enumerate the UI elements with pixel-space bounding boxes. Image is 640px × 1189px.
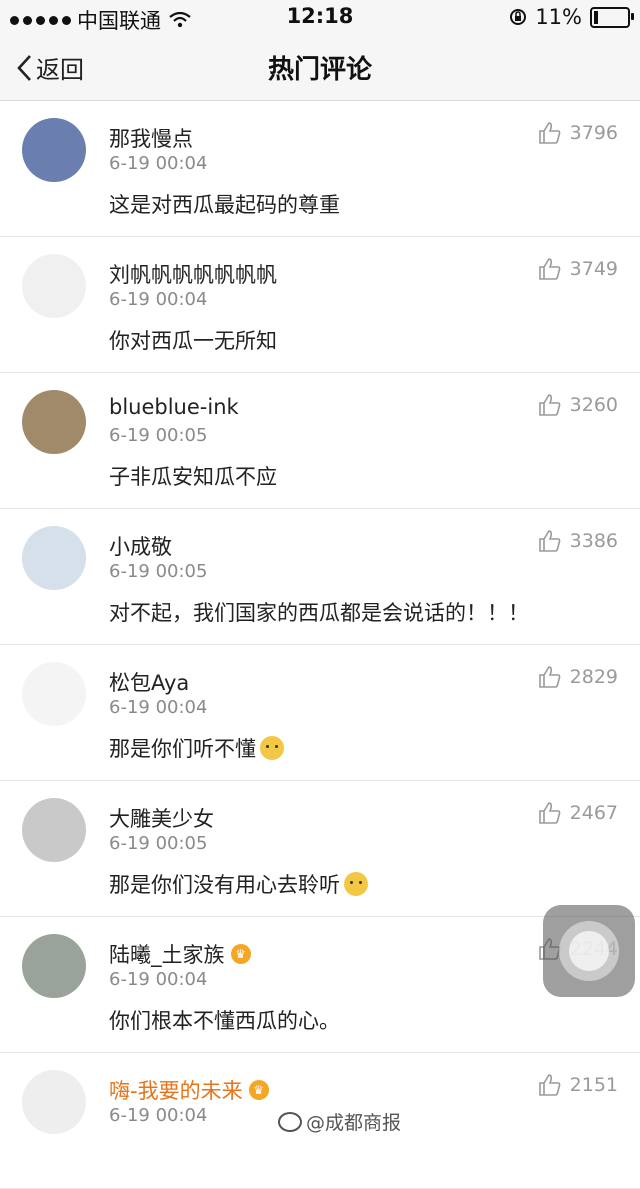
- username-text: 那我慢点: [109, 127, 193, 151]
- thumbs-up-icon: [538, 122, 561, 144]
- comment-time: 6-19 00:04: [109, 153, 208, 174]
- comment-list: 那我慢点 6-19 00:04 3796 这是对西瓜最起码的尊重 刘帆帆帆帆帆帆帆 6-1…: [0, 101, 640, 1189]
- like-button[interactable]: 2467: [538, 801, 618, 825]
- comment-time: 6-19 00:05: [109, 561, 208, 582]
- avatar[interactable]: [22, 934, 86, 998]
- like-count: 2829: [569, 666, 618, 688]
- comment-username[interactable]: 小成敬: [109, 531, 172, 561]
- battery-group: 11%: [509, 5, 634, 29]
- comment-time: 6-19 00:04: [109, 697, 208, 718]
- comment-item[interactable]: 刘帆帆帆帆帆帆帆 6-19 00:04 3749 你对西瓜一无所知: [0, 237, 640, 373]
- comment-text-content: 这是对西瓜最起码的尊重: [109, 193, 340, 217]
- comment-username[interactable]: 大雕美少女: [109, 803, 214, 833]
- watermark-text: @成都商报: [306, 1112, 402, 1134]
- comment-username[interactable]: 陆曦_土家族 ♛: [109, 939, 251, 969]
- comment-text-content: 那是你们听不懂: [109, 737, 256, 761]
- like-button[interactable]: 3260: [538, 393, 618, 417]
- thumbs-up-icon: [538, 666, 561, 688]
- comment-text: 那是你们听不懂: [109, 733, 284, 763]
- avatar[interactable]: [22, 390, 86, 454]
- member-badge-icon: ♛: [248, 1080, 269, 1100]
- like-count: 3796: [569, 122, 618, 144]
- comment-username[interactable]: 嗨-我要的未来 ♛: [109, 1075, 269, 1105]
- like-button[interactable]: 3386: [538, 529, 618, 553]
- comment-text-content: 那是你们没有用心去聆听: [109, 873, 340, 897]
- thumbs-up-icon: [538, 1074, 561, 1096]
- comment-item[interactable]: blueblue-ink 6-19 00:05 3260 子非瓜安知瓜不应: [0, 373, 640, 509]
- page-title: 热门评论: [267, 55, 372, 85]
- avatar[interactable]: [22, 254, 86, 318]
- avatar[interactable]: [22, 1070, 86, 1134]
- username-text: blueblue-ink: [109, 395, 239, 419]
- comment-item[interactable]: 大雕美少女 6-19 00:05 2467 那是你们没有用心去聆听: [0, 781, 640, 917]
- nav-bar: 返回 热门评论: [0, 34, 640, 101]
- like-count: 2151: [569, 1074, 618, 1096]
- doge-emoji-icon: [344, 872, 368, 896]
- comment-text: 这是对西瓜最起码的尊重: [109, 189, 340, 219]
- comment-time: 6-19 00:04: [109, 969, 208, 990]
- thumbs-up-icon: [538, 802, 561, 824]
- like-button[interactable]: 3749: [538, 257, 618, 281]
- username-text: 小成敬: [109, 535, 172, 559]
- comment-item[interactable]: 那我慢点 6-19 00:04 3796 这是对西瓜最起码的尊重: [0, 101, 640, 237]
- username-text: 刘帆帆帆帆帆帆帆: [109, 263, 277, 287]
- comment-text-content: 你对西瓜一无所知: [109, 329, 277, 353]
- comment-time: 6-19 00:05: [109, 425, 208, 446]
- watermark: @成都商报: [278, 1108, 401, 1135]
- comment-item[interactable]: 松包Aya 6-19 00:04 2829 那是你们听不懂: [0, 645, 640, 781]
- comment-text: 你们根本不懂西瓜的心。: [109, 1005, 340, 1035]
- comment-text-content: 子非瓜安知瓜不应: [109, 465, 277, 489]
- comment-time: 6-19 00:05: [109, 833, 208, 854]
- like-count: 3260: [569, 394, 618, 416]
- like-button[interactable]: 3796: [538, 121, 618, 145]
- rotation-lock-icon: [510, 9, 527, 25]
- comment-username[interactable]: blueblue-ink: [109, 395, 239, 419]
- thumbs-up-icon: [538, 258, 561, 280]
- comment-username[interactable]: 那我慢点: [109, 123, 193, 153]
- battery-percent: 11%: [535, 5, 582, 29]
- avatar[interactable]: [22, 662, 86, 726]
- like-button[interactable]: 2151: [538, 1073, 618, 1097]
- username-text: 大雕美少女: [109, 807, 214, 831]
- doge-emoji-icon: [260, 736, 284, 760]
- comment-username[interactable]: 刘帆帆帆帆帆帆帆: [109, 259, 277, 289]
- comment-item[interactable]: 小成敬 6-19 00:05 3386 对不起，我们国家的西瓜都是会说话的！！！: [0, 509, 640, 645]
- weibo-icon: [278, 1111, 302, 1132]
- like-count: 3749: [569, 258, 618, 280]
- comment-text: 你对西瓜一无所知: [109, 325, 277, 355]
- like-count: 3386: [569, 530, 618, 552]
- comment-time: 6-19 00:04: [109, 1105, 208, 1126]
- username-text: 陆曦_土家族: [109, 943, 225, 967]
- like-button[interactable]: 2829: [538, 665, 618, 689]
- username-text: 嗨-我要的未来: [109, 1079, 243, 1103]
- member-badge-icon: ♛: [230, 944, 251, 964]
- thumbs-up-icon: [538, 394, 561, 416]
- comment-text: 那是你们没有用心去聆听: [109, 869, 368, 899]
- thumbs-up-icon: [538, 530, 561, 552]
- like-count: 2467: [569, 802, 618, 824]
- comment-text-content: 对不起，我们国家的西瓜都是会说话的！！！: [109, 601, 529, 625]
- avatar[interactable]: [22, 526, 86, 590]
- status-bar: 中国联通 12:18 11%: [0, 0, 640, 34]
- avatar[interactable]: [22, 118, 86, 182]
- assistive-touch-button[interactable]: [543, 905, 635, 997]
- comment-text: 对不起，我们国家的西瓜都是会说话的！！！: [109, 597, 529, 627]
- battery-icon: [590, 6, 634, 28]
- comment-username[interactable]: 松包Aya: [109, 667, 189, 697]
- comment-text: 子非瓜安知瓜不应: [109, 461, 277, 491]
- comment-time: 6-19 00:04: [109, 289, 208, 310]
- comment-text-content: 你们根本不懂西瓜的心。: [109, 1009, 340, 1033]
- avatar[interactable]: [22, 798, 86, 862]
- username-text: 松包Aya: [109, 671, 190, 695]
